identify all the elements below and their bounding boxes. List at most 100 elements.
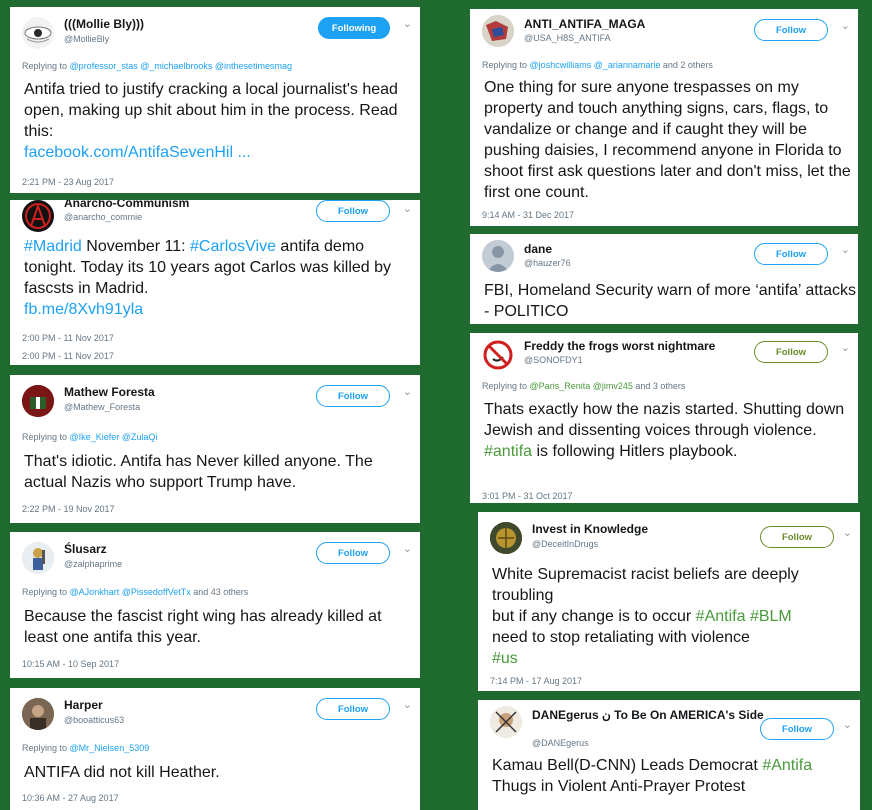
avatar[interactable] bbox=[22, 200, 54, 232]
avatar[interactable] bbox=[482, 240, 514, 272]
avatar[interactable] bbox=[22, 385, 54, 417]
follow-button[interactable]: Follow bbox=[316, 542, 390, 564]
user-handle[interactable]: @hauzer76 bbox=[524, 258, 571, 268]
tweet-text-part: Thats exactly how the nazis started. Shu… bbox=[484, 401, 845, 439]
chevron-down-icon[interactable]: ⌄ bbox=[403, 698, 412, 711]
reply-context: Replying to @Mr_Nielsen_5309 bbox=[22, 743, 149, 753]
user-handle[interactable]: @DANEgerus bbox=[532, 738, 589, 748]
reply-users-link[interactable]: @Paris_Renita @jimv245 bbox=[530, 381, 633, 391]
reply-prefix: Replying to bbox=[22, 743, 68, 753]
follow-button[interactable]: Follow bbox=[760, 718, 834, 740]
user-name[interactable]: ANTI_ANTIFA_MAGA bbox=[524, 17, 645, 31]
hashtag-link[interactable]: #Madrid bbox=[24, 238, 82, 255]
tweet-card-invest-in-knowledge: Invest in Knowledge @DeceitInDrugs Follo… bbox=[478, 512, 860, 691]
hashtag-link[interactable]: #Antifa bbox=[696, 608, 746, 625]
following-button[interactable]: Following bbox=[318, 17, 390, 39]
follow-button[interactable]: Follow bbox=[754, 243, 828, 265]
hashtag-link[interactable]: #CarlosVive bbox=[190, 238, 276, 255]
user-handle[interactable]: @Mathew_Foresta bbox=[64, 402, 140, 412]
user-name[interactable]: Mathew Foresta bbox=[64, 385, 155, 399]
timestamp[interactable]: 7:14 PM - 17 Aug 2017 bbox=[490, 676, 582, 686]
hashtag-link[interactable]: #Antifa bbox=[762, 757, 812, 774]
user-handle[interactable]: @USA_H8S_ANTIFA bbox=[524, 33, 611, 43]
timestamp[interactable]: 3:01 PM - 31 Oct 2017 bbox=[482, 491, 573, 501]
worker-avatar-icon bbox=[22, 542, 54, 574]
reply-users-link[interactable]: @Mr_Nielsen_5309 bbox=[70, 743, 150, 753]
reply-users-link[interactable]: @AJonkhart @PissedoffVetTx bbox=[70, 587, 191, 597]
tweet-text: White Supremacist racist beliefs are dee… bbox=[492, 564, 854, 669]
portrait-avatar-icon bbox=[22, 698, 54, 730]
follow-button[interactable]: Follow bbox=[760, 526, 834, 548]
chevron-down-icon[interactable]: ⌄ bbox=[843, 718, 852, 731]
tweet-link[interactable]: fb.me/8Xvh91yla bbox=[24, 301, 143, 318]
reply-others[interactable]: and 43 others bbox=[191, 587, 248, 597]
user-name[interactable]: Freddy the frogs worst nightmare bbox=[524, 339, 715, 353]
follow-button[interactable]: Follow bbox=[316, 200, 390, 222]
tweet-card-freddy: Freddy the frogs worst nightmare @SONOFD… bbox=[470, 333, 858, 503]
user-name[interactable]: Anarcho-Communism bbox=[64, 200, 189, 210]
flag-avatar-icon bbox=[22, 385, 54, 417]
avatar[interactable] bbox=[490, 706, 522, 738]
follow-button[interactable]: Follow bbox=[316, 385, 390, 407]
tweet-text: ANTIFA did not kill Heather. bbox=[24, 764, 220, 781]
globe-avatar-icon bbox=[490, 522, 522, 554]
chevron-down-icon[interactable]: ⌄ bbox=[841, 341, 850, 354]
avatar[interactable] bbox=[22, 17, 54, 49]
tweet-text: #Madrid November 11: #CarlosVive antifa … bbox=[24, 236, 416, 320]
user-handle[interactable]: @zalphaprime bbox=[64, 559, 122, 569]
tweet-text-part: White Supremacist racist beliefs are dee… bbox=[492, 566, 799, 604]
user-handle[interactable]: @booatticus63 bbox=[64, 715, 124, 725]
chevron-down-icon[interactable]: ⌄ bbox=[843, 526, 852, 539]
user-name[interactable]: Ślusarz bbox=[64, 542, 107, 556]
reply-others[interactable]: and 2 others bbox=[660, 60, 713, 70]
hashtag-link[interactable]: #antifa bbox=[484, 443, 532, 460]
follow-button[interactable]: Follow bbox=[316, 698, 390, 720]
chevron-down-icon[interactable]: ⌄ bbox=[403, 202, 412, 215]
user-handle[interactable]: @MollieBly bbox=[64, 34, 109, 44]
user-name[interactable]: dane bbox=[524, 242, 552, 256]
tweet-text-part: need to stop retaliating with violence bbox=[492, 629, 750, 646]
avatar[interactable] bbox=[482, 15, 514, 47]
user-name[interactable]: Harper bbox=[64, 698, 103, 712]
avatar[interactable] bbox=[482, 339, 514, 371]
hashtag-link[interactable]: #us bbox=[492, 650, 518, 667]
avatar[interactable] bbox=[22, 698, 54, 730]
user-handle[interactable]: @anarcho_commie bbox=[64, 212, 142, 222]
chevron-down-icon[interactable]: ⌄ bbox=[841, 243, 850, 256]
map-avatar-icon bbox=[482, 15, 514, 47]
chevron-down-icon[interactable]: ⌄ bbox=[403, 17, 412, 30]
reply-users-link[interactable]: @Ike_Kiefer @ZulaQi bbox=[70, 432, 158, 442]
reply-users-link[interactable]: @professor_stas @_michaelbrooks @inthese… bbox=[70, 61, 293, 71]
chevron-down-icon[interactable]: ⌄ bbox=[403, 385, 412, 398]
user-handle[interactable]: @DeceitInDrugs bbox=[532, 539, 598, 549]
tweet-link[interactable]: facebook.com/AntifaSevenHil ... bbox=[24, 144, 251, 161]
anarchy-symbol-icon bbox=[25, 202, 51, 229]
timestamp[interactable]: 2:00 PM - 11 Nov 2017 bbox=[22, 333, 114, 343]
timestamp[interactable]: 9:14 AM - 31 Dec 2017 bbox=[482, 210, 574, 220]
reply-context: Replying to @Paris_Renita @jimv245 and 3… bbox=[482, 381, 685, 391]
tweet-text: FBI, Homeland Security warn of more ‘ant… bbox=[484, 282, 856, 320]
tweet-text-part: Antifa tried to justify cracking a local… bbox=[24, 81, 398, 140]
chevron-down-icon[interactable]: ⌄ bbox=[841, 19, 850, 32]
reply-users-link[interactable]: @joshcwilliams @_ariannamarie bbox=[530, 60, 661, 70]
reply-context: Replying to @AJonkhart @PissedoffVetTx a… bbox=[22, 587, 248, 597]
user-name[interactable]: (((Mollie Bly))) bbox=[64, 17, 144, 31]
tweet-text: Thats exactly how the nazis started. Shu… bbox=[484, 399, 858, 462]
timestamp[interactable]: 10:36 AM - 27 Aug 2017 bbox=[22, 793, 119, 803]
user-name[interactable]: Invest in Knowledge bbox=[532, 522, 648, 536]
timestamp[interactable]: 10:15 AM - 10 Sep 2017 bbox=[22, 659, 119, 669]
avatar[interactable] bbox=[490, 522, 522, 554]
hashtag-link[interactable]: #BLM bbox=[750, 608, 792, 625]
follow-button[interactable]: Follow bbox=[754, 19, 828, 41]
timestamp[interactable]: 2:00 PM - 11 Nov 2017 bbox=[22, 351, 114, 361]
reply-others[interactable]: and 3 others bbox=[633, 381, 685, 391]
reply-prefix: Replying to bbox=[22, 61, 68, 71]
timestamp[interactable]: 2:22 PM - 19 Nov 2017 bbox=[22, 504, 115, 514]
avatar[interactable] bbox=[22, 542, 54, 574]
follow-button[interactable]: Follow bbox=[754, 341, 828, 363]
timestamp[interactable]: 2:21 PM - 23 Aug 2017 bbox=[22, 177, 114, 187]
cartoon-avatar-icon bbox=[490, 706, 522, 738]
user-name[interactable]: DANEgerus ن To Be On AMERICA's Side bbox=[532, 708, 764, 722]
user-handle[interactable]: @SONOFDY1 bbox=[524, 355, 583, 365]
chevron-down-icon[interactable]: ⌄ bbox=[403, 542, 412, 555]
